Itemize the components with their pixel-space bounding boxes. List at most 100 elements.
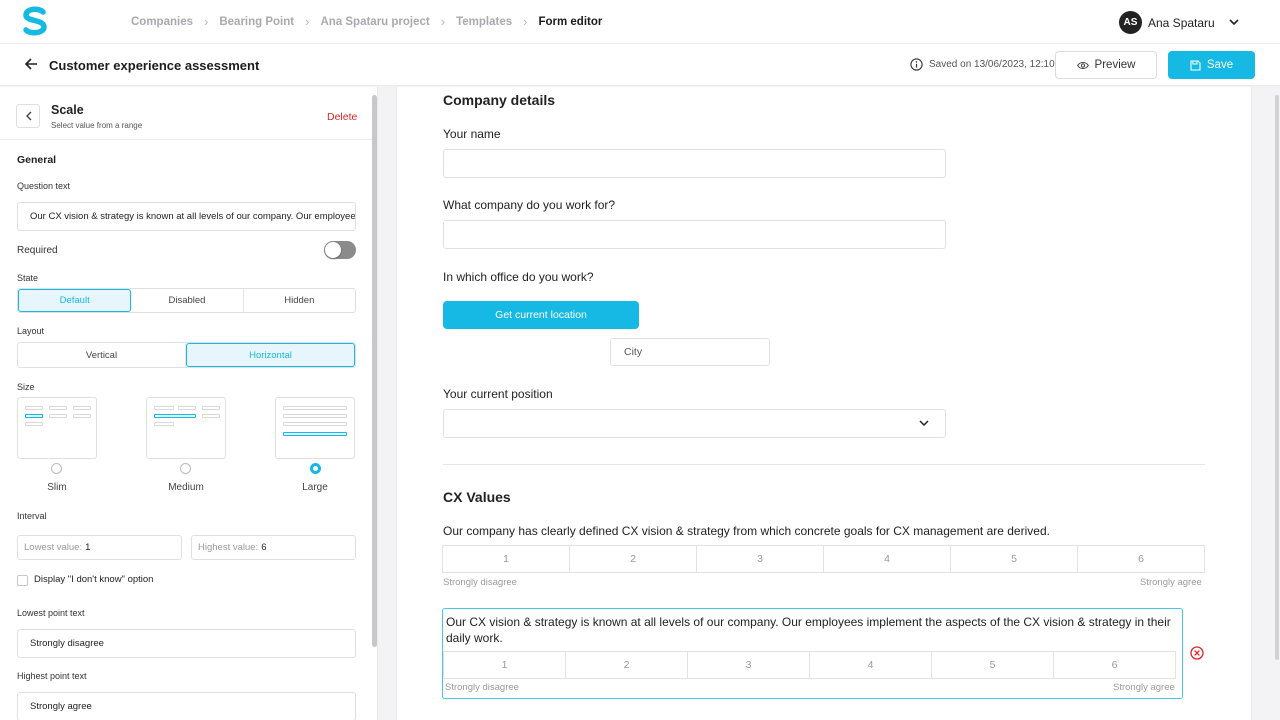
preview-line xyxy=(73,414,91,418)
lowest-value-label: Lowest value: xyxy=(24,542,83,553)
layout-option-horizontal[interactable]: Horizontal xyxy=(186,343,355,367)
get-location-button[interactable]: Get current location xyxy=(443,301,639,329)
preview-line xyxy=(25,422,43,426)
breadcrumb-companies[interactable]: Companies xyxy=(131,16,193,28)
save-label: Save xyxy=(1206,59,1234,71)
highest-value: 6 xyxy=(261,542,267,553)
highest-point-input[interactable]: Strongly agree xyxy=(17,692,356,720)
section-divider xyxy=(443,464,1205,465)
breadcrumb-project[interactable]: Ana Spataru project xyxy=(320,16,429,28)
selected-question-block[interactable]: Our CX vision & strategy is known at all… xyxy=(442,608,1183,699)
layout-option-vertical[interactable]: Vertical xyxy=(18,343,186,367)
section-title-company-details: Company details xyxy=(443,92,556,108)
scale-option-6[interactable]: 6 xyxy=(1053,651,1176,679)
state-segmented-control: Default Disabled Hidden xyxy=(17,288,356,313)
panel-divider xyxy=(0,139,372,140)
scale-row: 1 2 3 4 5 6 xyxy=(442,545,1205,573)
size-preview-large[interactable] xyxy=(275,397,355,459)
form-canvas: Company details Your name What company d… xyxy=(396,87,1252,720)
scale-option-2[interactable]: 2 xyxy=(565,651,688,679)
your-name-input[interactable] xyxy=(443,149,946,178)
scale-option-3[interactable]: 3 xyxy=(696,545,824,573)
avatar: AS xyxy=(1119,11,1142,34)
required-label: Required xyxy=(17,245,58,256)
chevron-left-icon xyxy=(25,111,31,121)
highest-point-label: Highest point text xyxy=(17,671,87,681)
eye-icon xyxy=(1076,61,1089,69)
panel-title: Scale xyxy=(51,103,84,117)
breadcrumb-bearing-point[interactable]: Bearing Point xyxy=(219,16,294,28)
question-settings-panel: Scale Select value from a range Delete G… xyxy=(0,87,378,720)
dont-know-checkbox[interactable] xyxy=(17,575,28,586)
saved-text: Saved on 13/06/2023, 12:10 xyxy=(929,59,1055,70)
scale-option-4[interactable]: 4 xyxy=(823,545,951,573)
scale-high-label: Strongly agree xyxy=(1113,682,1175,693)
size-label: Size xyxy=(17,382,35,392)
preview-line xyxy=(202,414,220,418)
size-name-large: Large xyxy=(302,482,328,493)
lowest-point-label: Lowest point text xyxy=(17,608,85,618)
preview-button[interactable]: Preview xyxy=(1055,51,1157,79)
size-name-medium: Medium xyxy=(168,482,204,493)
remove-question-icon[interactable] xyxy=(1190,646,1204,660)
scale-high-label: Strongly agree xyxy=(1140,577,1202,588)
position-select[interactable] xyxy=(443,409,946,438)
preview-line xyxy=(25,406,43,410)
s-logo-icon[interactable] xyxy=(22,6,48,36)
state-option-default[interactable]: Default xyxy=(18,289,132,312)
size-preview-medium[interactable] xyxy=(146,397,226,459)
scale-option-1[interactable]: 1 xyxy=(443,651,566,679)
scale-option-6[interactable]: 6 xyxy=(1077,545,1205,573)
preview-line xyxy=(283,432,347,436)
chevron-down-icon[interactable] xyxy=(1229,19,1239,26)
lowest-value-input[interactable]: Lowest value: 1 xyxy=(17,535,182,560)
highest-value-input[interactable]: Highest value: 6 xyxy=(191,535,356,560)
question-position: Your current position xyxy=(443,387,553,401)
state-option-disabled[interactable]: Disabled xyxy=(131,289,244,312)
scale-option-2[interactable]: 2 xyxy=(569,545,697,573)
preview-line xyxy=(73,406,91,410)
scale-option-1[interactable]: 1 xyxy=(442,545,570,573)
preview-line xyxy=(25,414,43,418)
panel-scrollbar[interactable] xyxy=(372,95,377,647)
preview-line xyxy=(283,414,347,418)
panel-back-button[interactable] xyxy=(16,104,40,128)
user-name: Ana Spataru xyxy=(1148,15,1215,30)
preview-line xyxy=(49,414,67,418)
chevron-down-icon xyxy=(919,420,929,427)
info-icon xyxy=(910,58,923,71)
question-cx-known: Our CX vision & strategy is known at all… xyxy=(446,615,1171,645)
preview-line xyxy=(178,406,196,410)
size-preview-slim[interactable] xyxy=(17,397,97,459)
question-cx-strategy: Our company has clearly defined CX visio… xyxy=(443,524,1050,538)
required-toggle[interactable] xyxy=(324,241,356,259)
city-input[interactable]: City xyxy=(610,338,770,366)
form-title: Customer experience assessment xyxy=(49,58,260,73)
scale-option-4[interactable]: 4 xyxy=(809,651,932,679)
scale-option-3[interactable]: 3 xyxy=(687,651,810,679)
lowest-point-input[interactable]: Strongly disagree xyxy=(17,629,356,658)
layout-segmented-control: Vertical Horizontal xyxy=(17,342,356,368)
size-radio-medium[interactable] xyxy=(180,463,191,474)
size-radio-large[interactable] xyxy=(310,463,321,474)
scale-option-5[interactable]: 5 xyxy=(950,545,1078,573)
scale-low-label: Strongly disagree xyxy=(443,577,517,588)
scale-option-5[interactable]: 5 xyxy=(931,651,1054,679)
breadcrumb: Companies › Bearing Point › Ana Spataru … xyxy=(131,14,602,29)
breadcrumb-templates[interactable]: Templates xyxy=(456,16,512,28)
lowest-value: 1 xyxy=(85,542,91,553)
question-text-input[interactable]: Our CX vision & strategy is known at all… xyxy=(17,202,356,231)
question-company: What company do you work for? xyxy=(443,198,616,212)
floppy-disk-icon xyxy=(1190,59,1201,71)
user-menu[interactable]: AS Ana Spataru xyxy=(1119,11,1239,34)
delete-button[interactable]: Delete xyxy=(327,111,357,123)
save-button[interactable]: Save xyxy=(1168,51,1255,79)
canvas-scrollbar[interactable] xyxy=(1275,95,1279,660)
size-radio-slim[interactable] xyxy=(51,463,62,474)
question-your-name: Your name xyxy=(443,127,501,141)
state-option-hidden[interactable]: Hidden xyxy=(244,289,355,312)
company-input[interactable] xyxy=(443,220,946,249)
size-name-slim: Slim xyxy=(47,482,67,493)
preview-line xyxy=(154,414,196,418)
arrow-left-icon[interactable] xyxy=(24,57,38,71)
